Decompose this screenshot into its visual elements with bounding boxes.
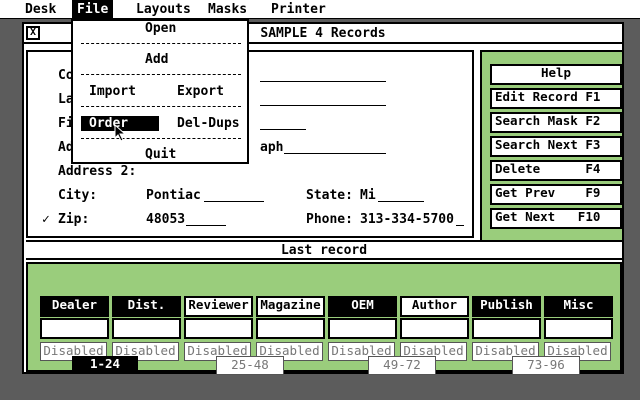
menu-file[interactable]: File [72,0,114,19]
search-mask-button[interactable]: Search Mask F2 [490,112,622,133]
category-reviewer-button[interactable]: Reviewer [184,296,253,317]
search-next-button[interactable]: Search Next F3 [490,136,622,157]
phone-underline [456,224,464,226]
status-bar: Last record [26,240,622,260]
page-73-96-button[interactable]: 73-96 [512,356,580,375]
state-value[interactable]: Mi [360,188,376,203]
menu-separator [81,43,241,45]
lastname-field[interactable] [260,104,386,106]
menu-masks[interactable]: Masks [203,0,252,19]
menu-item-import[interactable]: Import [89,84,136,99]
category-input[interactable] [544,318,613,339]
state-underline [378,200,424,202]
address1-underline [284,152,386,154]
category-panel: Dealer Dist. Reviewer Magazine OEM Autho… [26,262,622,375]
edit-record-button[interactable]: Edit Record F1 [490,88,622,109]
get-prev-button[interactable]: Get Prev F9 [490,184,622,205]
category-input[interactable] [400,318,469,339]
city-underline [204,200,264,202]
zip-value[interactable]: 48053 [146,212,185,227]
menu-item-open[interactable]: Open [145,21,176,36]
get-next-button[interactable]: Get Next F10 [490,208,622,229]
zip-label: Zip: [58,212,90,227]
address2-label: Address 2: [58,164,137,179]
category-oem-button[interactable]: OEM [328,296,397,317]
menu-item-del-dups[interactable]: Del-Dups [177,116,240,131]
menu-separator [81,106,241,108]
phone-label: Phone: [306,212,353,227]
command-panel: Help Edit Record F1 Search Mask F2 Searc… [480,50,624,244]
menu-separator [81,138,241,140]
menu-item-add[interactable]: Add [145,52,168,67]
category-author-button[interactable]: Author [400,296,469,317]
menu-layouts[interactable]: Layouts [131,0,196,19]
menu-item-quit[interactable]: Quit [145,147,176,162]
page-49-72-button[interactable]: 49-72 [368,356,436,375]
zip-underline [186,224,226,226]
address1-value[interactable]: aph [260,140,283,155]
category-misc-button[interactable]: Misc [544,296,613,317]
mouse-pointer-icon [114,124,127,142]
company-field[interactable] [260,80,386,82]
close-icon[interactable]: X [26,26,40,40]
category-input[interactable] [40,318,109,339]
delete-button[interactable]: Delete F4 [490,160,622,181]
page-1-24-button[interactable]: 1-24 [72,356,138,373]
category-input[interactable] [256,318,325,339]
category-input[interactable] [328,318,397,339]
page-25-48-button[interactable]: 25-48 [216,356,284,375]
category-publish-button[interactable]: Publish [472,296,541,317]
menu-separator [81,74,241,76]
help-button[interactable]: Help [490,64,622,85]
category-magazine-button[interactable]: Magazine [256,296,325,317]
menu-item-export[interactable]: Export [177,84,224,99]
category-input[interactable] [112,318,181,339]
menu-desk[interactable]: Desk [20,0,61,19]
category-dealer-button[interactable]: Dealer [40,296,109,317]
state-label: State: [306,188,353,203]
category-input[interactable] [184,318,253,339]
file-menu-dropdown: Open Add Import Export Order Del-Dups Qu… [71,19,249,164]
checkmark-icon: ✓ [42,212,50,227]
category-input[interactable] [472,318,541,339]
menu-bar: Desk File Layouts Masks Printer [0,0,640,19]
firstname-field[interactable] [260,128,306,130]
city-value[interactable]: Pontiac [146,188,201,203]
menu-printer[interactable]: Printer [266,0,331,19]
category-dist-button[interactable]: Dist. [112,296,181,317]
city-label: City: [58,188,98,203]
phone-value[interactable]: 313-334-5700 [360,212,454,227]
